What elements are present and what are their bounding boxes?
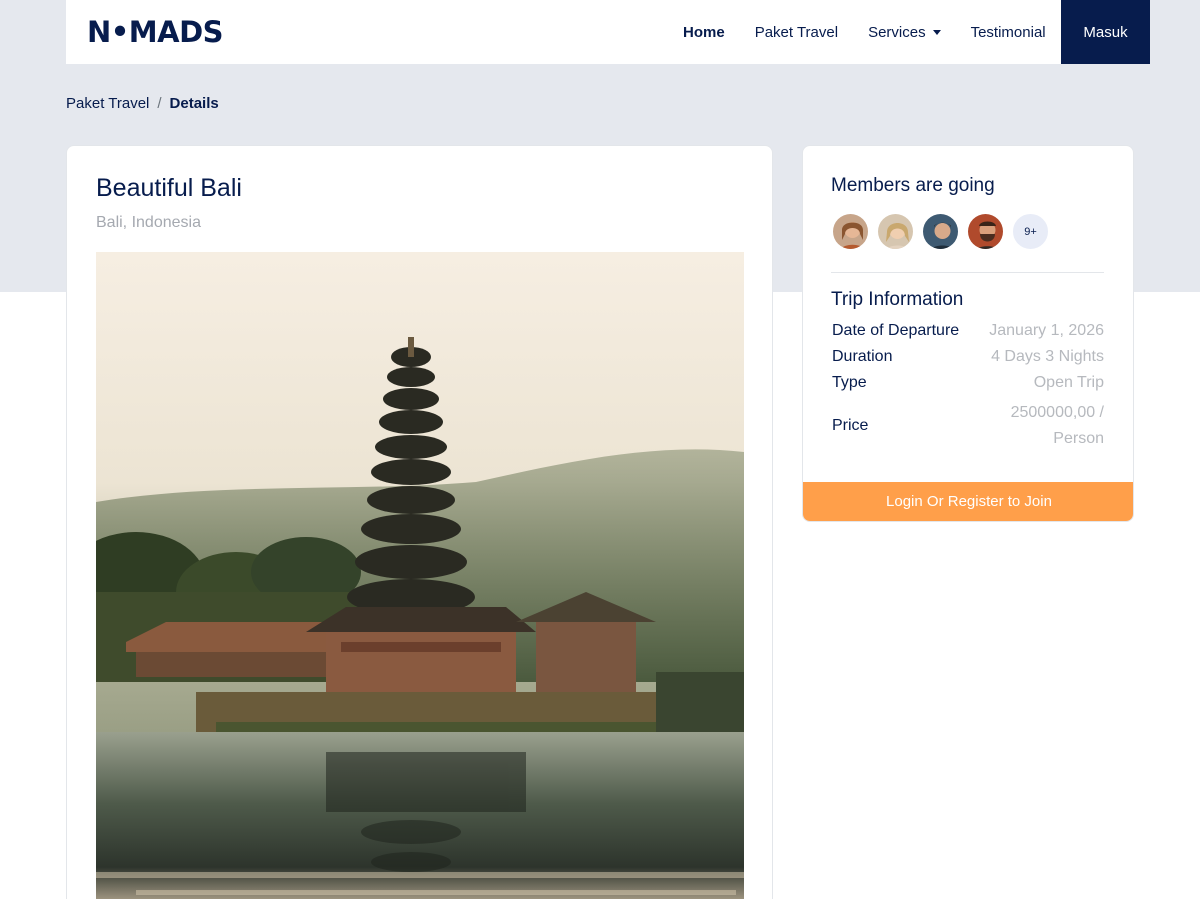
nav-services-label: Services	[868, 23, 926, 41]
member-avatars: 9+	[831, 212, 1050, 251]
info-row-duration: Duration 4 Days 3 Nights	[832, 348, 1104, 366]
brand-logo[interactable]: N•MADS	[87, 15, 224, 49]
info-label: Date of Departure	[832, 322, 960, 339]
member-avatar	[921, 212, 960, 251]
info-value: 4 Days 3 Nights	[991, 348, 1104, 365]
nav-services-dropdown[interactable]: Services	[868, 24, 941, 41]
nav-testimonial[interactable]: Testimonial	[971, 24, 1046, 41]
login-button[interactable]: Masuk	[1061, 0, 1150, 64]
breadcrumb-separator: /	[157, 95, 162, 112]
info-label: Duration	[832, 348, 893, 365]
breadcrumb: Paket Travel / Details	[66, 95, 219, 112]
trip-sidebar-card: Members are going 9+ Trip Information Da…	[802, 145, 1134, 522]
caret-down-icon	[932, 30, 941, 36]
trip-info-table: Date of Departure January 1, 2026 Durati…	[832, 322, 1104, 460]
trip-hero-image	[96, 252, 744, 899]
breadcrumb-parent-link[interactable]: Paket Travel	[66, 95, 149, 112]
info-value: January 1, 2026	[989, 322, 1104, 339]
info-value: 2500000,00 / Person	[1010, 404, 1104, 447]
info-row-price: Price 2500000,00 / Person	[832, 400, 1104, 452]
nav-home[interactable]: Home	[683, 24, 725, 41]
info-row-departure: Date of Departure January 1, 2026	[832, 322, 1104, 340]
trip-location: Bali, Indonesia	[96, 214, 201, 231]
join-button[interactable]: Login Or Register to Join	[803, 482, 1133, 521]
member-avatar	[966, 212, 1005, 251]
trip-detail-card: Beautiful Bali Bali, Indonesia	[66, 145, 773, 899]
breadcrumb-current: Details	[169, 95, 219, 112]
info-row-type: Type Open Trip	[832, 374, 1104, 392]
member-avatar	[831, 212, 870, 251]
nav-links: Home Paket Travel Services Testimonial	[683, 0, 1076, 64]
info-label: Price	[832, 417, 869, 434]
nav-paket-travel[interactable]: Paket Travel	[755, 24, 838, 41]
more-members-badge[interactable]: 9+	[1011, 212, 1050, 251]
info-label: Type	[832, 374, 867, 391]
navbar: N•MADS Home Paket Travel Services Testim…	[66, 0, 1150, 64]
trip-title: Beautiful Bali	[96, 174, 242, 202]
member-avatar	[876, 212, 915, 251]
members-title: Members are going	[831, 175, 995, 196]
info-value: Open Trip	[1033, 374, 1104, 391]
trip-info-title: Trip Information	[831, 289, 964, 310]
divider	[831, 272, 1104, 273]
